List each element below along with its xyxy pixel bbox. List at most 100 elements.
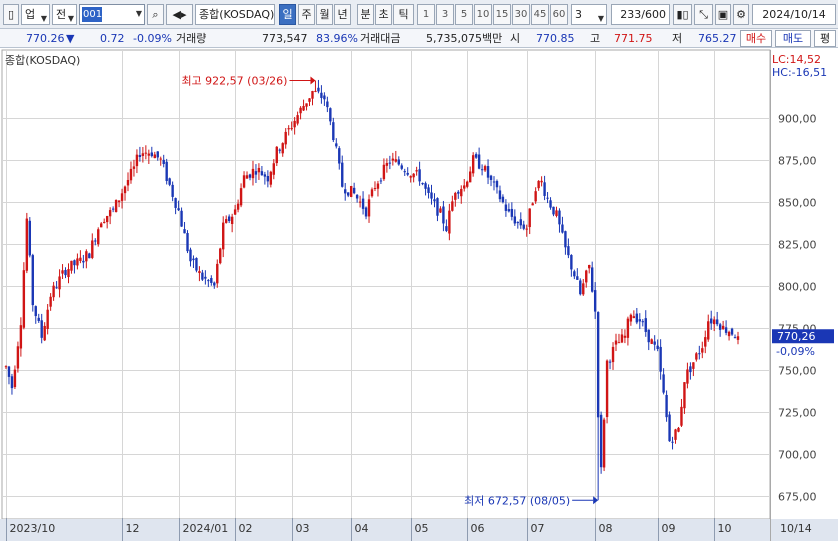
y-tick-label: 875,00 (778, 155, 817, 168)
down-arrow-icon: ▼ (66, 32, 75, 45)
candle-body (254, 171, 258, 175)
candle-body (323, 95, 326, 100)
interval-value: 3 (575, 8, 582, 21)
eval-button[interactable]: 평 (814, 30, 836, 47)
candle-body (305, 103, 308, 107)
lc-label: LC:14,52 (772, 53, 821, 66)
candle-body (19, 325, 23, 349)
candle-body (296, 115, 299, 124)
candle-body (671, 441, 674, 443)
toolbar: ▯ 업 ▼ 전 ▼ 001 ▼ ⌕ ◀▸ 종합(KOSDAQ) 일주월년분초틱 13… (0, 0, 838, 29)
candle-body (582, 283, 585, 295)
period-button[interactable]: 년 (334, 4, 351, 25)
candle-body (445, 226, 448, 231)
candle-body (260, 171, 264, 176)
candle-body (498, 190, 502, 200)
candle-type-icon[interactable]: ▮▯ (673, 4, 692, 25)
candle-body (409, 176, 412, 178)
candle-body (361, 198, 365, 209)
interval-button[interactable]: 15 (493, 4, 511, 25)
annotation-label: 최저 672,57 (08/05) (464, 494, 570, 507)
chevron-down-icon: ▼ (597, 14, 604, 23)
period-button[interactable]: 주 (298, 4, 315, 25)
candle-body (263, 174, 267, 177)
chart-area[interactable]: 675,00 700,00 725,00 750,00 775,00 800,00 825,… (0, 48, 838, 541)
interval-button[interactable]: 5 (455, 4, 473, 25)
save-icon[interactable]: ▣ (715, 4, 731, 25)
candle-body (290, 128, 293, 130)
candle-body (590, 267, 594, 292)
candle-body (531, 203, 534, 206)
candle-body (558, 210, 561, 225)
candle-body (698, 353, 701, 355)
interval-button[interactable]: 60 (550, 4, 568, 25)
candle-body (668, 414, 671, 442)
sell-button[interactable]: 매도 (775, 30, 811, 47)
candle-body (114, 199, 118, 212)
candle-body (730, 328, 734, 335)
candle-body (564, 231, 567, 248)
interval-button[interactable]: 30 (512, 4, 530, 25)
layout-icon[interactable]: ▯ (3, 4, 19, 25)
y-tick-label: 800,00 (778, 281, 817, 294)
interval-select[interactable]: 3 ▼ (571, 4, 607, 25)
candle-body (373, 187, 377, 189)
candle-body (588, 264, 591, 269)
y-tick-label: 675,00 (778, 491, 817, 504)
candle-body (593, 290, 597, 312)
period-type-select[interactable]: 전 ▼ (52, 4, 77, 25)
candle-body (28, 220, 32, 256)
period-button[interactable]: 분 (357, 4, 374, 25)
count-current: 233 (620, 8, 642, 21)
candle-body (507, 209, 511, 212)
candle-body (108, 210, 112, 217)
gear-icon[interactable]: ⚙ (733, 4, 749, 25)
candle-body (335, 143, 338, 147)
count-field[interactable]: 233/600 (611, 4, 670, 25)
code-input[interactable]: 001 ▼ (79, 4, 145, 25)
candle-body (144, 152, 148, 154)
candle-body (430, 192, 433, 199)
market-select[interactable]: 업 ▼ (21, 4, 50, 25)
interval-button[interactable]: 45 (531, 4, 549, 25)
candle-body (736, 336, 740, 340)
candle-body (236, 203, 240, 210)
interval-button[interactable]: 3 (436, 4, 454, 25)
candle-body (64, 269, 67, 276)
interval-button[interactable]: 10 (474, 4, 492, 25)
candle-body (233, 209, 237, 215)
code-value: 001 (82, 7, 103, 22)
candle-body (201, 272, 204, 280)
candle-body (543, 182, 546, 196)
candle-body (611, 346, 615, 363)
candle-body (326, 101, 329, 108)
candle-body (123, 186, 127, 194)
period-button[interactable]: 틱 (393, 4, 414, 25)
candle-body (695, 353, 698, 360)
candle-body (168, 178, 171, 185)
candle-body (454, 192, 457, 200)
period-button[interactable]: 초 (375, 4, 392, 25)
date-field[interactable]: 2024/10/14 (752, 4, 836, 25)
candle-body (480, 169, 484, 171)
interval-button[interactable]: 1 (417, 4, 435, 25)
price-change: 0.72 (100, 32, 125, 45)
candle-body (61, 270, 64, 274)
candlestick-chart[interactable]: 675,00700,00725,00750,00775,00800,00825,… (0, 48, 838, 541)
candle-body (85, 251, 88, 262)
candle-body (224, 219, 228, 223)
search-icon[interactable]: ⌕ (147, 4, 164, 25)
candle-body (680, 406, 683, 426)
low-value: 765.27 (698, 32, 737, 45)
candle-body (58, 276, 61, 290)
period-button[interactable]: 일 (279, 4, 296, 25)
sound-icon[interactable]: ◀▸ (166, 4, 193, 25)
candle-body (227, 216, 231, 221)
candle-body (576, 276, 579, 280)
candle-body (52, 285, 55, 298)
crosshair-icon[interactable]: ⤡ (694, 4, 713, 25)
candle-body (22, 270, 26, 328)
chevron-down-icon: ▼ (135, 9, 142, 18)
period-button[interactable]: 월 (316, 4, 333, 25)
buy-button[interactable]: 매수 (740, 30, 772, 47)
